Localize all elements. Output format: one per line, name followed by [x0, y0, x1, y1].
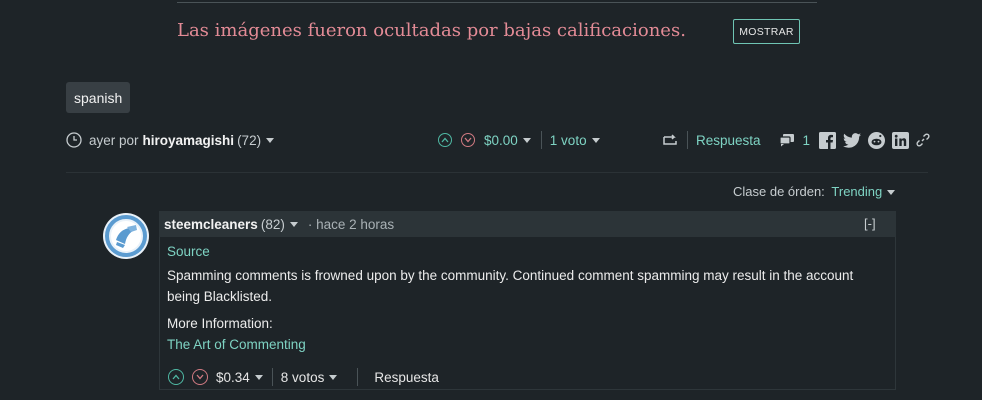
- hidden-images-notice: Las imágenes fueron ocultadas por bajas …: [177, 20, 686, 41]
- art-of-commenting-link[interactable]: The Art of Commenting: [167, 337, 306, 352]
- comment-author-caret[interactable]: [289, 221, 298, 227]
- comment-payout-caret[interactable]: [254, 374, 263, 380]
- post-divider: [66, 172, 928, 173]
- upvote-icon[interactable]: [438, 133, 452, 147]
- post-time: ayer por: [89, 132, 139, 148]
- collapse-toggle[interactable]: [-]: [864, 216, 876, 231]
- author-menu-caret[interactable]: [266, 137, 275, 143]
- sort-order[interactable]: Clase de órden: Trending: [733, 184, 896, 199]
- comment-votes-caret[interactable]: [329, 374, 338, 380]
- comment-payout[interactable]: $0.34: [216, 370, 250, 385]
- payout-caret[interactable]: [522, 137, 531, 143]
- more-info-label: More Information:: [167, 316, 273, 331]
- post-voting: $0.00 1 voto: [438, 130, 600, 150]
- post-actions: Respuesta 1: [662, 130, 930, 150]
- comment-reply-link[interactable]: Respuesta: [374, 370, 439, 385]
- sort-caret[interactable]: [887, 190, 896, 196]
- clock-icon: [66, 132, 82, 148]
- top-divider: [177, 2, 817, 3]
- post-author-reputation: (72): [237, 132, 262, 148]
- facebook-icon[interactable]: [819, 131, 837, 149]
- twitter-icon[interactable]: [843, 132, 862, 148]
- comment-time[interactable]: · hace 2 horas: [308, 217, 394, 232]
- comment-vote-count[interactable]: 8 votos: [281, 370, 325, 385]
- sort-value[interactable]: Trending: [831, 184, 882, 199]
- resteem-icon[interactable]: [662, 133, 678, 147]
- comment-body: Spamming comments is frowned upon by the…: [167, 268, 854, 304]
- tag-spanish[interactable]: spanish: [66, 82, 131, 113]
- link-icon[interactable]: [916, 133, 930, 147]
- post-author-info: ayer por hiroyamagishi (72): [66, 130, 275, 150]
- comment-upvote-icon[interactable]: [168, 369, 184, 385]
- comment-reply-separator: [357, 368, 359, 386]
- vote-separator: [540, 131, 542, 149]
- downvote-icon[interactable]: [461, 133, 475, 147]
- comment-downvote-icon[interactable]: [192, 369, 208, 385]
- show-images-button[interactable]: MOSTRAR: [733, 19, 800, 44]
- votes-caret[interactable]: [591, 137, 600, 143]
- source-link[interactable]: Source: [167, 244, 210, 259]
- comment-author-reputation: (82): [260, 216, 285, 232]
- post-comment-count[interactable]: 1: [803, 133, 811, 148]
- post-author[interactable]: hiroyamagishi: [143, 133, 235, 148]
- post-reply-link[interactable]: Respuesta: [696, 133, 761, 148]
- comment-author-info: steemcleaners (82) · hace 2 horas: [164, 215, 394, 233]
- actions-separator: [687, 131, 688, 149]
- steemcleaners-logo: [104, 214, 148, 258]
- post-payout[interactable]: $0.00: [484, 133, 518, 148]
- comment-footer: $0.34 8 votos Respuesta: [168, 367, 439, 387]
- reddit-icon[interactable]: [868, 131, 886, 149]
- sort-label: Clase de órden:: [733, 184, 825, 199]
- linkedin-icon[interactable]: [892, 131, 910, 149]
- comments-icon[interactable]: [778, 133, 795, 147]
- comment-vote-separator: [271, 368, 273, 386]
- comment-author[interactable]: steemcleaners: [164, 217, 258, 232]
- post-vote-count[interactable]: 1 voto: [550, 133, 587, 148]
- avatar[interactable]: [103, 213, 149, 259]
